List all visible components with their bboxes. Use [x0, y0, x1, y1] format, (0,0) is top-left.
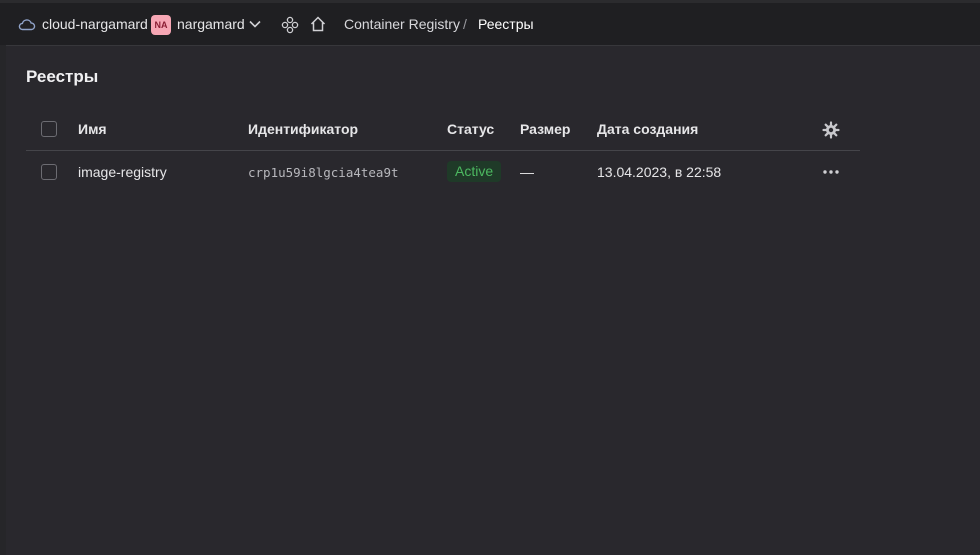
folder-avatar[interactable]: NA: [151, 15, 171, 35]
services-icon[interactable]: [281, 16, 299, 34]
registry-id: crp1u59i8lgcia4tea9t: [248, 165, 399, 180]
breadcrumb-current: Реестры: [478, 16, 534, 32]
gear-icon[interactable]: [822, 121, 840, 139]
cloud-icon[interactable]: [18, 17, 36, 31]
page-title: Реестры: [26, 67, 99, 86]
column-header-status[interactable]: Статус: [447, 121, 494, 137]
registry-created: 13.04.2023, в 22:58: [597, 164, 722, 180]
table-row[interactable]: image-registry crp1u59i8lgcia4tea9t Acti…: [26, 151, 860, 193]
more-icon[interactable]: [822, 169, 840, 175]
registry-size: —: [520, 164, 534, 180]
column-header-id[interactable]: Идентификатор: [248, 121, 358, 137]
select-all-checkbox[interactable]: [41, 121, 57, 137]
column-header-created[interactable]: Дата создания: [597, 121, 698, 137]
breadcrumb-service[interactable]: Container Registry: [344, 16, 460, 32]
breadcrumb-separator: /: [463, 16, 467, 32]
column-header-name[interactable]: Имя: [78, 121, 107, 137]
folder-selector[interactable]: nargamard: [177, 16, 245, 32]
chevron-down-icon[interactable]: [248, 19, 262, 29]
registry-name[interactable]: image-registry: [78, 164, 167, 180]
column-header-size[interactable]: Размер: [520, 121, 570, 137]
top-navigation-bar: cloud-nargamard NA nargamard Container R…: [0, 3, 980, 46]
cloud-selector[interactable]: cloud-nargamard: [42, 16, 148, 32]
home-icon[interactable]: [309, 15, 327, 33]
main-content: Реестры Имя Идентификатор Статус Размер …: [6, 46, 980, 555]
row-checkbox[interactable]: [41, 164, 57, 180]
status-badge: Active: [447, 161, 502, 182]
table-header: Имя Идентификатор Статус Размер Дата соз…: [26, 108, 860, 151]
